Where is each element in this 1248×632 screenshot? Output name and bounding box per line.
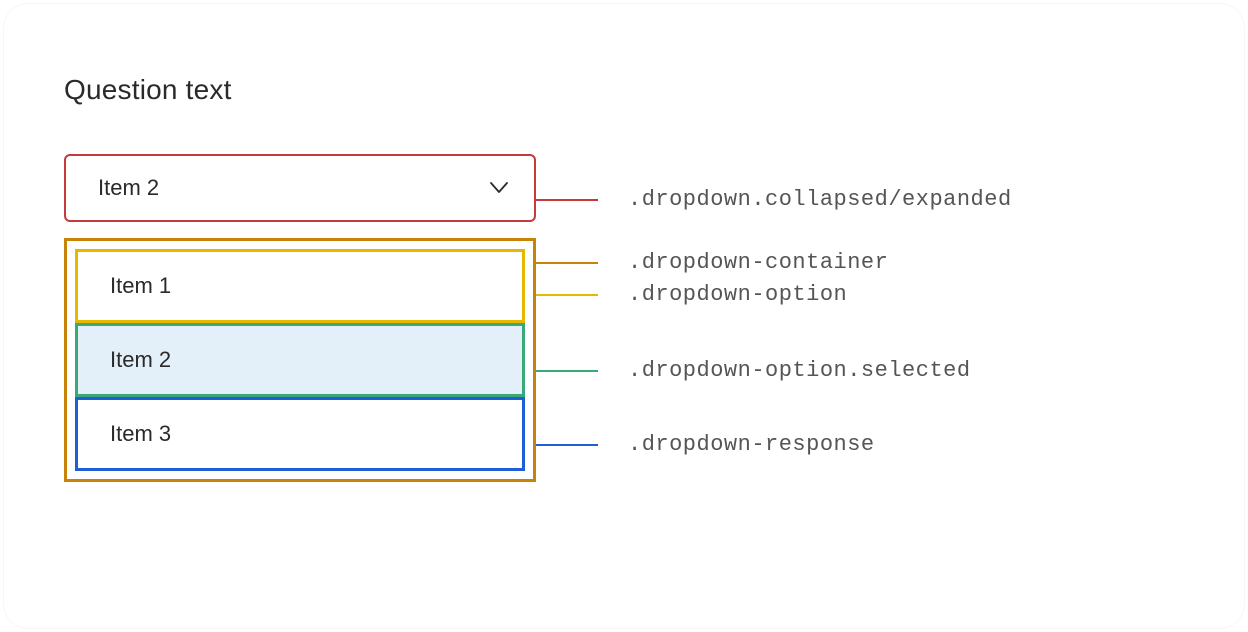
annotation-text: .dropdown-option.selected [628,358,971,383]
annotation-collapsed: .dropdown.collapsed/expanded [536,187,1012,212]
lead-line-orange [536,262,598,264]
dropdown-container: Item 1 Item 2 Item 3 [64,238,536,482]
dropdown-option-selected[interactable]: Item 2 [75,323,525,397]
annotation-response: .dropdown-response [536,432,875,457]
annotation-option: .dropdown-option [536,282,847,307]
lead-line-blue [536,444,598,446]
chevron-down-icon [490,179,508,197]
diagram-card: Question text Item 2 Item 1 Item 2 [4,4,1244,628]
dropdown-response[interactable]: Item 3 [75,397,525,471]
dropdown-block: Item 2 Item 1 Item 2 Item 3 [64,154,536,482]
annotation-container: .dropdown-container [536,250,888,275]
annotation-text: .dropdown-option [628,282,847,307]
lead-line-red [536,199,598,201]
gap [64,222,536,238]
option-label: Item 3 [110,421,171,447]
annotation-selected: .dropdown-option.selected [536,358,971,383]
dropdown-collapsed[interactable]: Item 2 [64,154,536,222]
option-label: Item 2 [110,347,171,373]
lead-line-yellow [536,294,598,296]
lead-line-green [536,370,598,372]
annotation-text: .dropdown-container [628,250,888,275]
dropdown-selected-value: Item 2 [98,175,159,201]
dropdown-option-1[interactable]: Item 1 [75,249,525,323]
diagram-row: Item 2 Item 1 Item 2 Item 3 [64,154,1184,482]
option-label: Item 1 [110,273,171,299]
question-text: Question text [64,74,1184,106]
annotation-text: .dropdown-response [628,432,875,457]
annotation-text: .dropdown.collapsed/expanded [628,187,1012,212]
